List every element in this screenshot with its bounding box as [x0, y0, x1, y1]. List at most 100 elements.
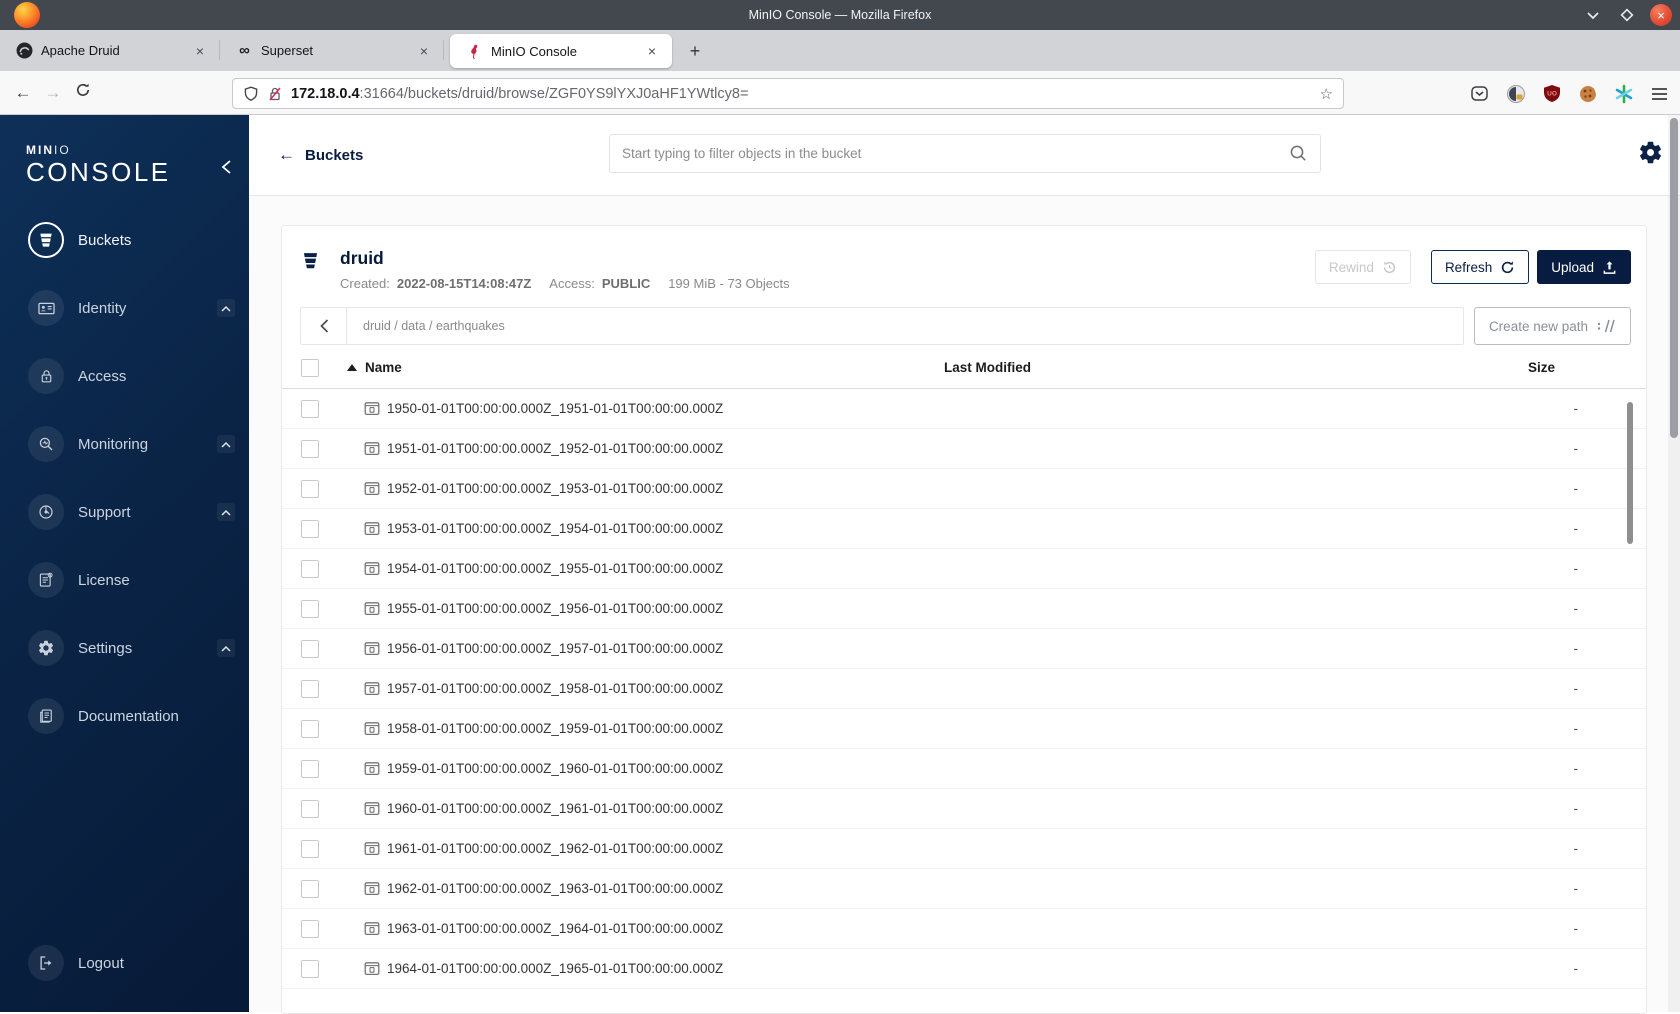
- create-new-path-button[interactable]: Create new path: [1473, 307, 1631, 345]
- path-back-button[interactable]: [301, 308, 347, 344]
- object-name-cell[interactable]: 1954-01-01T00:00:00.000Z_1955-01-01T00:0…: [338, 561, 944, 576]
- asterisk-extension-icon[interactable]: [1613, 83, 1634, 104]
- table-row[interactable]: 1959-01-01T00:00:00.000Z_1960-01-01T00:0…: [282, 749, 1646, 789]
- object-name-cell[interactable]: 1953-01-01T00:00:00.000Z_1954-01-01T00:0…: [338, 521, 944, 536]
- extension-lock-icon[interactable]: [1505, 83, 1526, 104]
- column-last-modified[interactable]: Last Modified: [944, 360, 1528, 375]
- table-row[interactable]: 1956-01-01T00:00:00.000Z_1957-01-01T00:0…: [282, 629, 1646, 669]
- tab-close-icon[interactable]: ×: [414, 41, 434, 61]
- table-row[interactable]: 1955-01-01T00:00:00.000Z_1956-01-01T00:0…: [282, 589, 1646, 629]
- sidebar-item-support[interactable]: Support: [0, 480, 249, 544]
- table-row[interactable]: 1957-01-01T00:00:00.000Z_1958-01-01T00:0…: [282, 669, 1646, 709]
- table-row[interactable]: 1954-01-01T00:00:00.000Z_1955-01-01T00:0…: [282, 549, 1646, 589]
- url-bar[interactable]: 172.18.0.4:31664/buckets/druid/browse/ZG…: [232, 78, 1344, 109]
- row-checkbox[interactable]: [301, 559, 319, 578]
- shield-icon[interactable]: [243, 85, 259, 102]
- pocket-icon[interactable]: [1469, 83, 1490, 104]
- row-checkbox[interactable]: [301, 879, 319, 898]
- minimize-button[interactable]: [1582, 4, 1604, 26]
- reload-icon[interactable]: [68, 82, 98, 103]
- table-scrollbar-thumb[interactable]: [1627, 402, 1633, 544]
- forward-nav-icon[interactable]: →: [38, 83, 68, 103]
- sidebar-item-monitoring[interactable]: Monitoring: [0, 412, 249, 476]
- sidebar-item-documentation[interactable]: Documentation: [0, 684, 249, 748]
- back-to-buckets[interactable]: ← Buckets: [278, 145, 363, 165]
- breadcrumb[interactable]: druid / data / earthquakes: [347, 319, 505, 333]
- upload-button[interactable]: Upload: [1537, 250, 1631, 284]
- menu-hamburger-icon[interactable]: [1649, 83, 1670, 104]
- table-row[interactable]: 1958-01-01T00:00:00.000Z_1959-01-01T00:0…: [282, 709, 1646, 749]
- row-checkbox[interactable]: [301, 839, 319, 858]
- object-name-cell[interactable]: 1962-01-01T00:00:00.000Z_1963-01-01T00:0…: [338, 881, 944, 896]
- sidebar-collapse-icon[interactable]: [220, 159, 233, 175]
- object-name-cell[interactable]: 1952-01-01T00:00:00.000Z_1953-01-01T00:0…: [338, 481, 944, 496]
- chevron-up-icon[interactable]: [217, 435, 235, 453]
- object-name-cell[interactable]: 1955-01-01T00:00:00.000Z_1956-01-01T00:0…: [338, 601, 944, 616]
- tab-minio-console[interactable]: MinIO Console ×: [450, 34, 672, 68]
- object-name-cell[interactable]: 1959-01-01T00:00:00.000Z_1960-01-01T00:0…: [338, 761, 944, 776]
- row-checkbox[interactable]: [301, 799, 319, 818]
- tab-close-icon[interactable]: ×: [642, 41, 662, 61]
- table-row[interactable]: 1952-01-01T00:00:00.000Z_1953-01-01T00:0…: [282, 469, 1646, 509]
- table-row[interactable]: 1951-01-01T00:00:00.000Z_1952-01-01T00:0…: [282, 429, 1646, 469]
- row-checkbox[interactable]: [301, 679, 319, 698]
- chevron-up-icon[interactable]: [217, 639, 235, 657]
- table-row[interactable]: 1963-01-01T00:00:00.000Z_1964-01-01T00:0…: [282, 909, 1646, 949]
- bookmark-star-icon[interactable]: ☆: [1320, 85, 1333, 103]
- table-row[interactable]: 1962-01-01T00:00:00.000Z_1963-01-01T00:0…: [282, 869, 1646, 909]
- page-scrollbar[interactable]: [1668, 115, 1680, 1012]
- object-name-cell[interactable]: 1957-01-01T00:00:00.000Z_1958-01-01T00:0…: [338, 681, 944, 696]
- table-row[interactable]: 1961-01-01T00:00:00.000Z_1962-01-01T00:0…: [282, 829, 1646, 869]
- sidebar-item-logout[interactable]: Logout: [0, 931, 249, 995]
- rewind-button[interactable]: Rewind: [1314, 250, 1411, 284]
- object-name-cell[interactable]: 1963-01-01T00:00:00.000Z_1964-01-01T00:0…: [338, 921, 944, 936]
- table-row[interactable]: 1953-01-01T00:00:00.000Z_1954-01-01T00:0…: [282, 509, 1646, 549]
- table-row[interactable]: 1960-01-01T00:00:00.000Z_1961-01-01T00:0…: [282, 789, 1646, 829]
- maximize-button[interactable]: [1616, 4, 1638, 26]
- close-button[interactable]: ×: [1650, 4, 1672, 26]
- table-header: Name Last Modified Size: [282, 347, 1646, 389]
- row-checkbox[interactable]: [301, 919, 319, 938]
- row-checkbox[interactable]: [301, 479, 319, 498]
- table-row[interactable]: 1964-01-01T00:00:00.000Z_1965-01-01T00:0…: [282, 949, 1646, 989]
- row-checkbox[interactable]: [301, 519, 319, 538]
- row-checkbox[interactable]: [301, 639, 319, 658]
- tab-close-icon[interactable]: ×: [190, 41, 210, 61]
- new-tab-button[interactable]: +: [680, 36, 710, 66]
- tab-apache-druid[interactable]: Apache Druid ×: [0, 30, 220, 71]
- search-input[interactable]: [622, 146, 1289, 161]
- ublock-icon[interactable]: UO: [1541, 83, 1562, 104]
- column-name[interactable]: Name: [338, 360, 944, 375]
- row-checkbox[interactable]: [301, 599, 319, 618]
- object-name-cell[interactable]: 1950-01-01T00:00:00.000Z_1951-01-01T00:0…: [338, 401, 944, 416]
- row-checkbox[interactable]: [301, 719, 319, 738]
- table-row[interactable]: 1950-01-01T00:00:00.000Z_1951-01-01T00:0…: [282, 389, 1646, 429]
- object-name-cell[interactable]: 1960-01-01T00:00:00.000Z_1961-01-01T00:0…: [338, 801, 944, 816]
- object-name-cell[interactable]: 1964-01-01T00:00:00.000Z_1965-01-01T00:0…: [338, 961, 944, 976]
- refresh-button[interactable]: Refresh: [1430, 250, 1530, 284]
- sidebar-item-access[interactable]: Access: [0, 344, 249, 408]
- select-all-checkbox[interactable]: [301, 358, 319, 377]
- row-checkbox[interactable]: [301, 439, 319, 458]
- cookie-icon[interactable]: [1577, 83, 1598, 104]
- object-name-cell[interactable]: 1956-01-01T00:00:00.000Z_1957-01-01T00:0…: [338, 641, 944, 656]
- row-checkbox[interactable]: [301, 759, 319, 778]
- object-name-cell[interactable]: 1951-01-01T00:00:00.000Z_1952-01-01T00:0…: [338, 441, 944, 456]
- row-checkbox[interactable]: [301, 959, 319, 978]
- sidebar-item-license[interactable]: License: [0, 548, 249, 612]
- insecure-lock-icon[interactable]: [267, 86, 283, 102]
- object-name-cell[interactable]: 1961-01-01T00:00:00.000Z_1962-01-01T00:0…: [338, 841, 944, 856]
- console-settings-gear-icon[interactable]: [1637, 139, 1664, 166]
- object-name-cell[interactable]: 1958-01-01T00:00:00.000Z_1959-01-01T00:0…: [338, 721, 944, 736]
- sidebar-item-settings[interactable]: Settings: [0, 616, 249, 680]
- back-nav-icon[interactable]: ←: [8, 83, 38, 103]
- chevron-up-icon[interactable]: [217, 503, 235, 521]
- chevron-up-icon[interactable]: [217, 299, 235, 317]
- sidebar-item-identity[interactable]: Identity: [0, 276, 249, 340]
- column-size[interactable]: Size: [1528, 360, 1646, 375]
- page-scrollbar-thumb[interactable]: [1670, 118, 1678, 438]
- row-checkbox[interactable]: [301, 399, 319, 418]
- filter-objects-search[interactable]: [609, 134, 1321, 173]
- sidebar-item-buckets[interactable]: Buckets: [0, 208, 249, 272]
- tab-superset[interactable]: ∞ Superset ×: [220, 30, 444, 71]
